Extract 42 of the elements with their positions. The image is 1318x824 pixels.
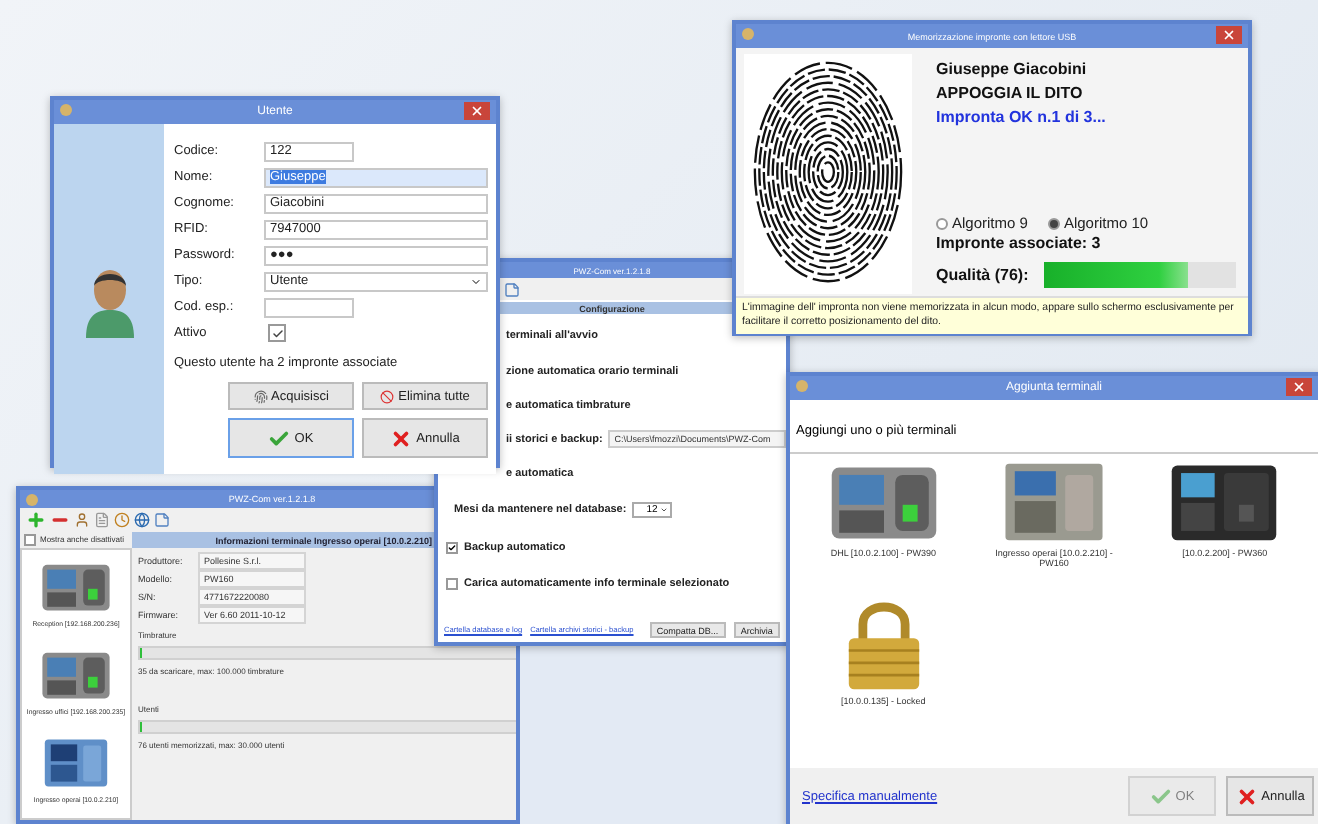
status-text: Impronta OK n.1 di 3... [936,106,1108,130]
check-icon [448,543,456,551]
app-icon [60,104,72,116]
app-icon [742,28,754,40]
cross-icon [390,427,413,449]
close-icon [470,104,484,118]
prohibited-icon [380,389,395,403]
document-icon[interactable] [94,511,110,527]
user-icon[interactable] [74,511,90,527]
associated-count: Impronte associate: 3 [936,232,1103,256]
check-icon [271,327,283,339]
clock-icon[interactable] [114,511,130,527]
check-icon [1149,785,1172,807]
close-icon [1222,28,1236,42]
note-icon[interactable] [154,511,170,527]
terminal-device-drawing [1168,460,1281,544]
checkbox[interactable] [268,324,286,342]
note-icon[interactable] [504,281,520,297]
close-button[interactable] [1286,378,1312,396]
fingerprint-icon [253,389,268,403]
terminal-device-drawing [39,736,112,790]
instruction-text: APPOGGIA IL DITO [936,82,1085,106]
checkbox[interactable] [446,578,458,590]
terminal-device-drawing [39,648,112,702]
checkbox[interactable] [446,541,458,553]
radio-button[interactable] [1047,217,1060,229]
add-icon[interactable] [26,509,46,529]
check-icon [268,427,291,449]
close-icon [1292,380,1306,394]
cross-icon [1235,785,1258,807]
input-field[interactable] [264,297,354,317]
chevron-down-icon [470,275,482,287]
radio-button[interactable] [936,217,948,229]
quality-label: Qualità (76): [936,263,1029,287]
terminal-device-drawing [40,560,112,614]
user-name: Giuseppe Giacobini [936,58,1089,82]
close-button[interactable] [1216,26,1242,44]
app-icon [26,494,38,506]
checkbox[interactable] [24,533,36,545]
globe-icon[interactable] [134,511,150,527]
app-icon [796,380,808,392]
close-button[interactable] [464,102,490,120]
